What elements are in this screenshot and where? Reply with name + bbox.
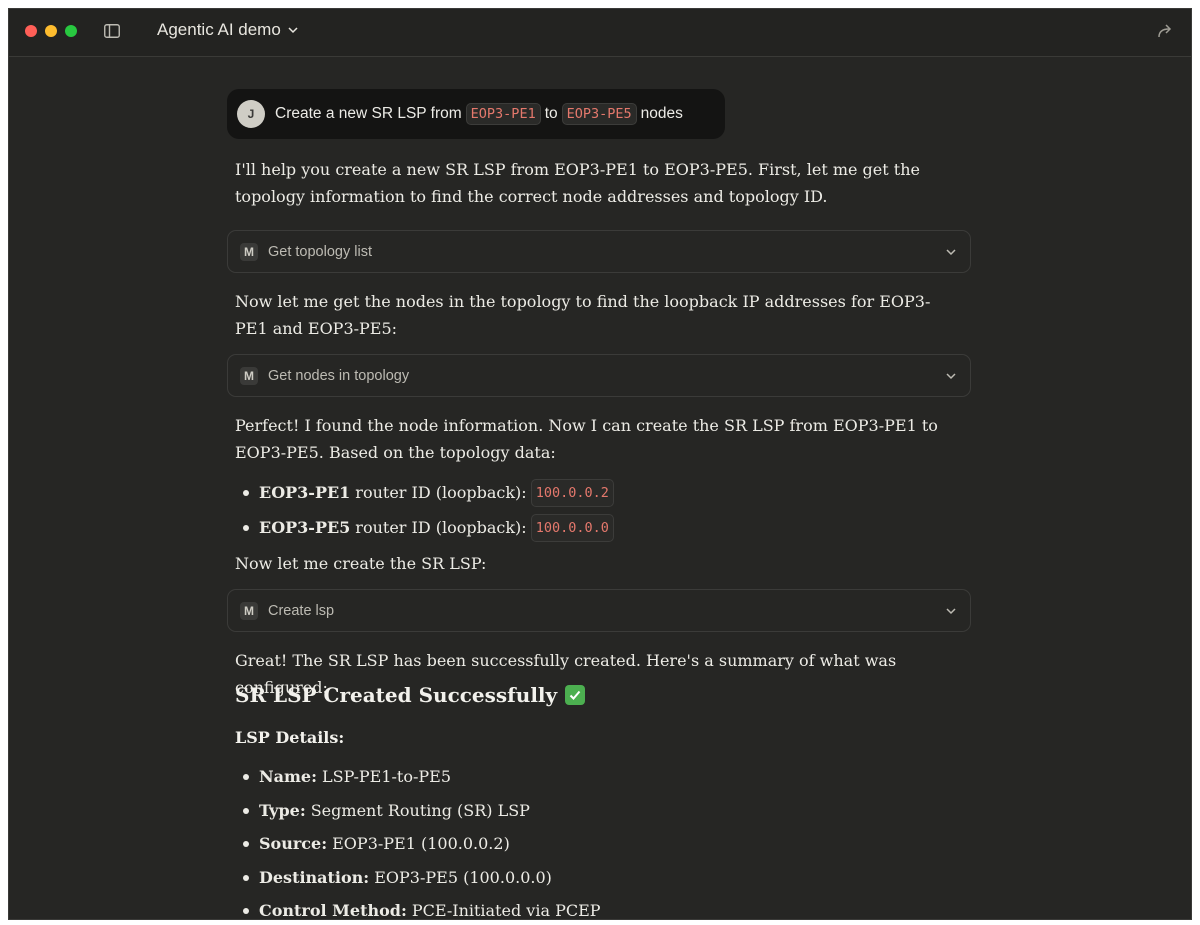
detail-key: Name:: [259, 767, 318, 786]
detail-value: EOP3-PE1 (100.0.0.2): [332, 834, 510, 853]
assistant-paragraph: Perfect! I found the node information. N…: [235, 416, 938, 462]
list-item: Source: EOP3-PE1 (100.0.0.2): [243, 833, 510, 855]
bullet-dot: [243, 525, 249, 531]
tool-label: Create lsp: [268, 602, 335, 619]
section-heading: SR LSP Created Successfully: [235, 683, 586, 707]
minimize-window-button[interactable]: [45, 25, 57, 37]
chevron-down-icon: [946, 607, 956, 614]
user-message: J Create a new SR LSP from EOP3-PE1 to E…: [227, 89, 725, 139]
chevron-down-icon: [946, 372, 956, 379]
check-icon: [565, 685, 586, 705]
app-window: Agentic AI demo J Create a new SR LSP fr…: [8, 8, 1192, 920]
assistant-paragraph: I'll help you create a new SR LSP from E…: [235, 160, 920, 206]
conversation-title: Agentic AI demo: [157, 20, 281, 39]
title-bar: Agentic AI demo: [9, 9, 1191, 57]
node-name: EOP3-PE1: [259, 483, 351, 502]
detail-value: PCE-Initiated via PCEP: [411, 901, 601, 920]
list-item: Destination: EOP3-PE5 (100.0.0.0): [243, 867, 552, 889]
tool-badge: M: [240, 601, 258, 620]
bullet-dot: [243, 774, 249, 780]
detail-key: Type:: [259, 801, 306, 820]
bullet-dot: [243, 808, 249, 814]
avatar: J: [237, 100, 265, 128]
user-message-text: to: [544, 105, 558, 122]
bullet-dot: [243, 841, 249, 847]
detail-value: Segment Routing (SR) LSP: [310, 801, 530, 820]
details-heading: LSP Details:: [235, 728, 345, 747]
tool-badge: M: [240, 242, 258, 261]
list-item: EOP3-PE1 router ID (loopback): 100.0.0.2: [243, 479, 618, 507]
tool-label: Get nodes in topology: [268, 367, 410, 384]
bullet-dot: [243, 875, 249, 881]
bullet-text: router ID (loopback):: [355, 518, 527, 537]
tool-call-get-topology-list[interactable]: M Get topology list: [227, 230, 971, 273]
assistant-paragraph: Now let me get the nodes in the topology…: [235, 292, 931, 338]
tool-call-create-lsp[interactable]: M Create lsp: [227, 589, 971, 632]
chat-transcript: J Create a new SR LSP from EOP3-PE1 to E…: [9, 57, 1191, 920]
list-item: Type: Segment Routing (SR) LSP: [243, 800, 530, 822]
chevron-down-icon: [288, 27, 298, 34]
detail-key: Control Method:: [259, 901, 407, 920]
bullet-dot: [243, 908, 249, 914]
user-message-text: Create a new SR LSP from: [275, 105, 462, 122]
list-item: Control Method: PCE-Initiated via PCEP: [243, 900, 601, 920]
inline-code: EOP3-PE5: [561, 103, 637, 125]
tool-label: Get topology list: [268, 243, 372, 260]
heading-text: SR LSP Created Successfully: [235, 683, 558, 707]
user-message-text: nodes: [640, 105, 683, 122]
bullet-text: router ID (loopback):: [355, 483, 527, 502]
conversation-title-dropdown[interactable]: Agentic AI demo: [157, 20, 299, 40]
close-window-button[interactable]: [25, 25, 37, 37]
bullet-dot: [243, 490, 249, 496]
assistant-paragraph: Now let me create the SR LSP:: [235, 554, 487, 573]
node-name: EOP3-PE5: [259, 518, 351, 537]
inline-code: 100.0.0.0: [530, 514, 614, 542]
detail-key: Source:: [259, 834, 328, 853]
list-item: EOP3-PE5 router ID (loopback): 100.0.0.0: [243, 514, 618, 542]
detail-value: EOP3-PE5 (100.0.0.0): [374, 868, 552, 887]
sidebar-toggle-icon[interactable]: [104, 24, 120, 38]
detail-key: Destination:: [259, 868, 370, 887]
inline-code: EOP3-PE1: [465, 103, 541, 125]
detail-value: LSP-PE1-to-PE5: [322, 767, 452, 786]
inline-code: 100.0.0.2: [530, 479, 614, 507]
tool-call-get-nodes-in-topology[interactable]: M Get nodes in topology: [227, 354, 971, 397]
list-item: Name: LSP-PE1-to-PE5: [243, 766, 451, 788]
maximize-window-button[interactable]: [65, 25, 77, 37]
chevron-down-icon: [946, 248, 956, 255]
share-icon[interactable]: [1155, 21, 1175, 41]
tool-badge: M: [240, 366, 258, 385]
